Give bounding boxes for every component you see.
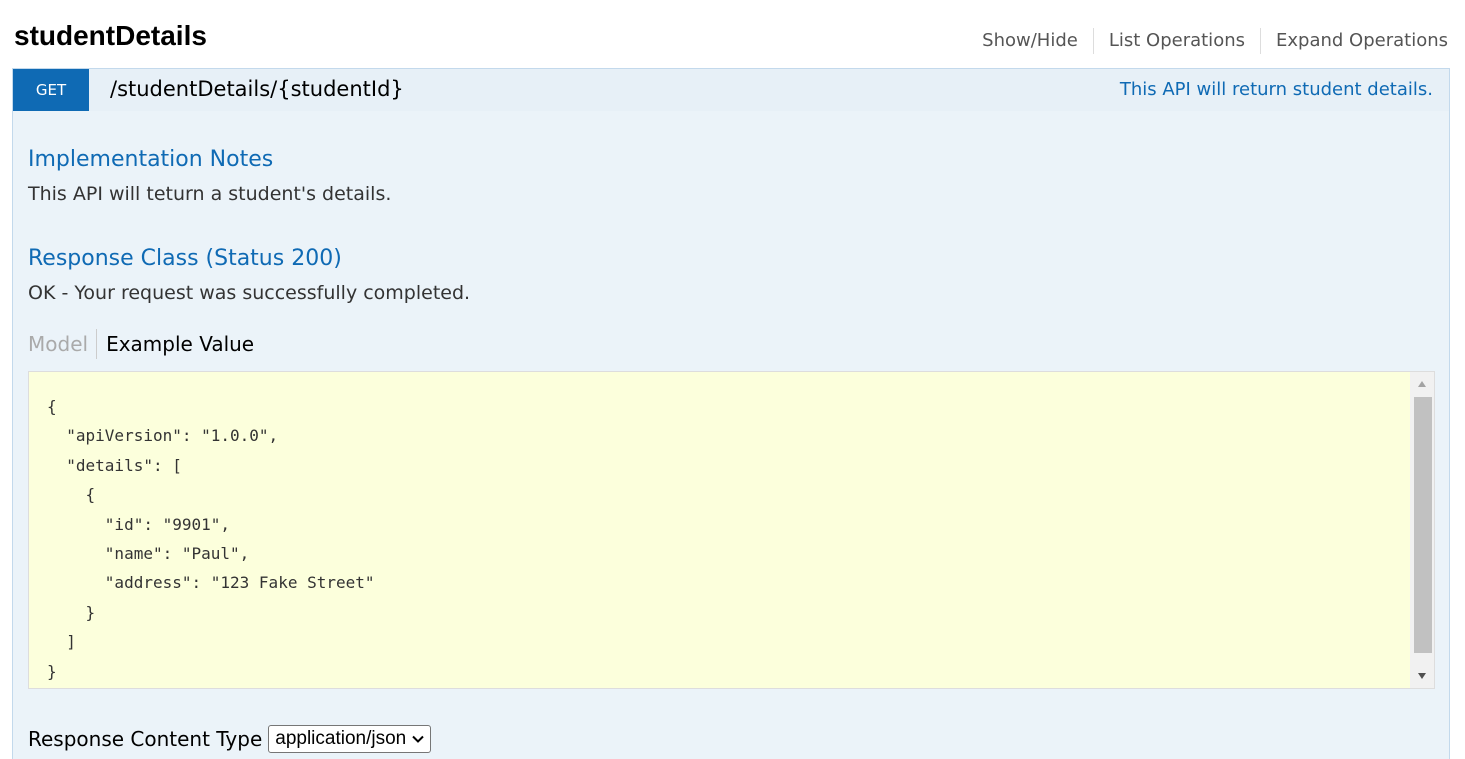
operation-path[interactable]: /studentDetails/{studentId} bbox=[110, 75, 404, 103]
implementation-notes-heading: Implementation Notes bbox=[28, 147, 274, 172]
example-json: { "apiVersion": "1.0.0", "details": [ { … bbox=[47, 397, 375, 681]
operation-summary[interactable]: This API will return student details. bbox=[1120, 78, 1433, 102]
response-class-heading: Response Class (Status 200) bbox=[28, 246, 342, 271]
operation-content: Implementation Notes This API will tetur… bbox=[12, 111, 1450, 759]
expand-operations-link[interactable]: Expand Operations bbox=[1260, 28, 1448, 54]
example-value-box[interactable]: { "apiVersion": "1.0.0", "details": [ { … bbox=[28, 371, 1435, 689]
scroll-up-arrow[interactable] bbox=[1410, 372, 1434, 396]
list-operations-link[interactable]: List Operations bbox=[1092, 28, 1260, 54]
code-scrollbar[interactable] bbox=[1410, 372, 1434, 688]
operation-bar[interactable]: GET /studentDetails/{studentId} This API… bbox=[12, 68, 1450, 112]
tab-model[interactable]: Model bbox=[28, 329, 98, 359]
response-content-type-select[interactable]: application/json bbox=[268, 725, 432, 753]
resource-header: studentDetails Show/Hide List Operations… bbox=[0, 0, 1465, 68]
response-content-type-row: Response Content Type application/json bbox=[28, 724, 432, 754]
http-method-badge[interactable]: GET bbox=[13, 69, 89, 111]
tab-example-value[interactable]: Example Value bbox=[97, 329, 254, 359]
response-content-type-value: application/json bbox=[275, 728, 407, 749]
scroll-thumb[interactable] bbox=[1414, 397, 1432, 653]
response-class-text: OK - Your request was successfully compl… bbox=[28, 282, 471, 304]
swagger-page: studentDetails Show/Hide List Operations… bbox=[0, 0, 1465, 759]
chevron-down-icon bbox=[412, 735, 424, 743]
scroll-down-arrow[interactable] bbox=[1410, 664, 1434, 688]
triangle-down-icon bbox=[1418, 673, 1426, 679]
show-hide-link[interactable]: Show/Hide bbox=[982, 28, 1093, 54]
resource-title[interactable]: studentDetails bbox=[14, 18, 207, 54]
resource-links: Show/Hide List Operations Expand Operati… bbox=[982, 28, 1448, 54]
triangle-up-icon bbox=[1418, 381, 1426, 387]
model-tabs: Model Example Value bbox=[28, 327, 254, 361]
response-content-type-label: Response Content Type bbox=[28, 727, 263, 751]
implementation-notes-text: This API will teturn a student's details… bbox=[28, 183, 392, 205]
